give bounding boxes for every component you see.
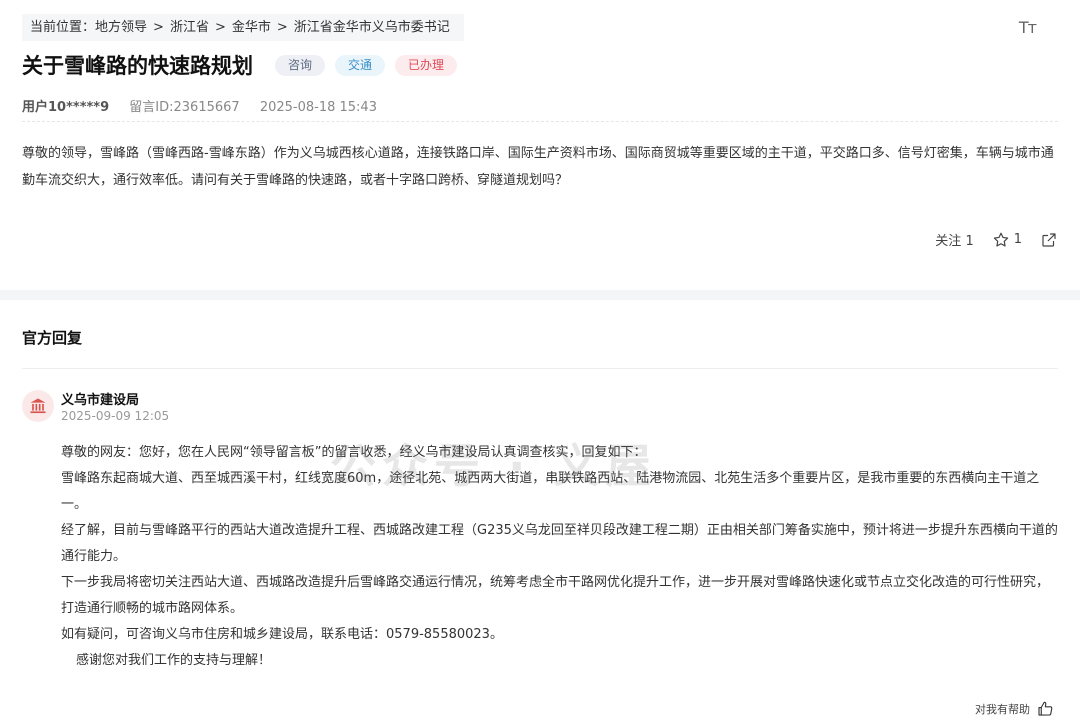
share-icon [1042, 232, 1056, 247]
reply-paragraph: 经了解，目前与雪峰路平行的西站大道改造提升工程、西城路改建工程（G235义乌龙回… [61, 523, 1058, 564]
message-content: 尊敬的领导，雪峰路（雪峰西路-雪峰东路）作为义乌城西核心道路，连接铁路口岸、国际… [22, 146, 1054, 188]
follow-label: 关注 [935, 234, 962, 249]
breadcrumb-item-province[interactable]: 浙江省 [170, 20, 209, 35]
reply-paragraph: 雪峰路东起商城大道、西至城西溪干村，红线宽度60m，途径北苑、城西两大街道，串联… [61, 471, 1040, 512]
favorite-button[interactable]: 1 [992, 231, 1022, 249]
category-tag: 咨询 [275, 54, 326, 76]
divider [22, 121, 1058, 122]
follow-button[interactable]: 关注 1 [935, 230, 973, 249]
share-button[interactable] [1040, 231, 1058, 249]
breadcrumb-sep: > [153, 20, 164, 35]
reply-paragraph: 如有疑问，可咨询义乌市住房和城乡建设局，联系电话：0579-85580023。 [61, 627, 503, 642]
message-id: 留言ID:23615667 [129, 100, 240, 115]
thumbs-up-icon [1038, 701, 1053, 716]
breadcrumb-sep: > [214, 20, 226, 35]
breadcrumb-item-leaders[interactable]: 地方领导 [95, 20, 147, 35]
breadcrumb-prefix: 当前位置： [30, 20, 96, 35]
favorite-count: 1 [1013, 232, 1022, 247]
helpful-button[interactable]: 对我有帮助 [975, 700, 1054, 718]
message-meta: 用户10*****9 留言ID:23615667 2025-08-18 15:4… [22, 96, 377, 115]
reply-paragraph: 感谢您对我们工作的支持与理解！ [76, 653, 272, 668]
font-size-icon[interactable]: Tт [1019, 18, 1037, 37]
reply-time: 2025-09-09 12:05 [61, 409, 170, 423]
message-time: 2025-08-18 15:43 [259, 100, 377, 115]
divider [22, 368, 1058, 369]
reply-content: 尊敬的网友：您好，您在人民网“领导留言板”的留言收悉，经义乌市建设局认真调查核实… [61, 440, 1058, 674]
avatar [22, 390, 54, 422]
breadcrumb: 当前位置：地方领导 > 浙江省 > 金华市 > 浙江省金华市义乌市委书记 [22, 14, 464, 41]
breadcrumb-sep: > [276, 20, 288, 35]
section-separator [0, 290, 1080, 300]
user-name: 用户10*****9 [22, 100, 110, 115]
title-row: 关于雪峰路的快速路规划 咨询 交通 已办理 [22, 50, 458, 80]
reply-paragraph: 尊敬的网友：您好，您在人民网“领导留言板”的留言收悉，经义乌市建设局认真调查核实… [61, 445, 647, 460]
field-tag: 交通 [335, 54, 386, 76]
breadcrumb-item-city[interactable]: 金华市 [232, 20, 271, 35]
star-icon [993, 232, 1008, 247]
reply-paragraph: 下一步我局将密切关注西站大道、西城路改造提升后雪峰路交通运行情况，统筹考虑全市干… [61, 575, 1050, 616]
reply-org-name: 义乌市建设局 [61, 393, 140, 408]
helpful-label: 对我有帮助 [975, 703, 1030, 716]
reply-section-title: 官方回复 [22, 329, 83, 347]
message-actions: 关注 1 1 [935, 230, 1058, 249]
page-title: 关于雪峰路的快速路规划 [22, 54, 253, 78]
status-badge: 已办理 [395, 54, 458, 76]
government-building-icon [30, 398, 46, 414]
breadcrumb-item-leader[interactable]: 浙江省金华市义乌市委书记 [294, 20, 450, 35]
follow-count: 1 [965, 234, 974, 249]
